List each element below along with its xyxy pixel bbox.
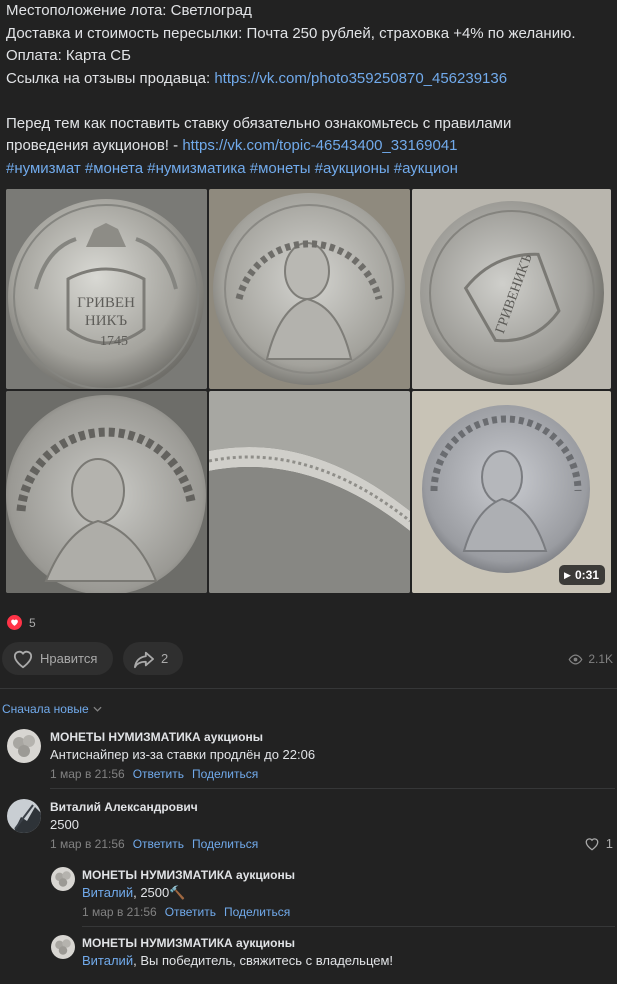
photo-coin-obverse[interactable] [209, 189, 410, 389]
post-line-rules-2: проведения аукционов! - https://vk.com/t… [6, 135, 611, 158]
reply-button[interactable]: Ответить [133, 837, 184, 851]
photo-coin-reverse-angle[interactable]: ГРИВЕНИКЪ [412, 189, 611, 389]
post-line-rules: Перед тем как поставить ставку обязатель… [6, 114, 512, 132]
share-comment-button[interactable]: Поделиться [192, 767, 258, 781]
photo-coin-edge[interactable] [209, 391, 410, 593]
post-text: Местоположение лота: Светлоград Доставка… [6, 0, 611, 180]
comments-sort-label: Сначала новые [2, 702, 89, 716]
avatar[interactable] [51, 935, 75, 959]
eye-icon [568, 653, 583, 665]
comment-reply: МОНЕТЫ НУМИЗМАТИКА аукционы Виталий, 250… [50, 864, 617, 920]
share-comment-button[interactable]: Поделиться [192, 837, 258, 851]
play-icon: ▶ [564, 569, 571, 580]
reviews-link[interactable]: https://vk.com/photo359250870_456239136 [214, 70, 507, 87]
share-button[interactable]: 2 [123, 642, 183, 675]
coin-reverse-image: ГРИВЕН НИКЪ 1745 [6, 189, 207, 389]
post-actions: Нравится 2 [2, 642, 183, 675]
like-label: Нравится [40, 651, 98, 666]
like-button[interactable]: Нравится [2, 642, 113, 675]
comment-text-body: , Вы победитель, свяжитесь с владельцем! [133, 953, 394, 968]
video-coin[interactable]: ▶ 0:31 [412, 391, 611, 593]
share-comment-button[interactable]: Поделиться [224, 905, 290, 919]
photo-coin-reverse[interactable]: ГРИВЕН НИКЪ 1745 [6, 189, 207, 389]
heart-outline-icon [13, 650, 33, 668]
avatar[interactable] [7, 799, 41, 833]
comments-sort-dropdown[interactable]: Сначала новые [2, 702, 102, 716]
comment-text: 2500 [50, 817, 79, 832]
reactions-summary[interactable]: 5 [7, 615, 36, 630]
avatar[interactable] [51, 867, 75, 891]
coin-reverse-angle-image: ГРИВЕНИКЪ [412, 189, 611, 389]
comment-divider [82, 926, 615, 927]
views-count: 2.1K [588, 652, 613, 666]
comment-author[interactable]: МОНЕТЫ НУМИЗМАТИКА аукционы [82, 868, 295, 882]
comment-date[interactable]: 1 мар в 21:56 [82, 905, 157, 919]
coin-obverse-image [209, 189, 410, 389]
views-counter: 2.1K [568, 652, 613, 666]
post-hashtags[interactable]: #нумизмат #монета #нумизматика #монеты #… [6, 158, 611, 181]
comment: Виталий Александрович 2500 1 мар в 21:56… [0, 796, 617, 856]
post-line-location: Местоположение лота: Светлоград [6, 2, 252, 19]
comment-meta: 1 мар в 21:56 Ответить Поделиться [82, 905, 290, 919]
share-icon [134, 651, 154, 668]
post-line-reviews: Ссылка на отзывы продавца: https://vk.co… [6, 68, 611, 91]
rules-link[interactable]: https://vk.com/topic-46543400_33169041 [182, 137, 457, 154]
photo-grid: ГРИВЕН НИКЪ 1745 ГРИВЕНИКЪ ▶ 0:31 [6, 189, 611, 593]
comment-text: Виталий, 2500🔨 [82, 885, 185, 901]
comment-meta: 1 мар в 21:56 Ответить Поделиться [50, 837, 258, 851]
avatar[interactable] [7, 729, 41, 763]
rules-label: проведения аукционов! - [6, 137, 183, 154]
post-divider [0, 688, 617, 689]
heart-reaction-icon [7, 615, 22, 630]
post-line-payment: Оплата: Карта СБ [6, 47, 131, 64]
post-line-delivery: Доставка и стоимость пересылки: Почта 25… [6, 24, 576, 42]
photo-coin-obverse-close[interactable] [6, 391, 207, 593]
comment-like-count: 1 [605, 836, 613, 851]
share-count: 2 [161, 651, 169, 666]
video-duration-badge: ▶ 0:31 [559, 565, 605, 585]
coin-obverse-close-image [6, 391, 207, 593]
comment: МОНЕТЫ НУМИЗМАТИКА аукционы Антиснайпер … [0, 726, 617, 786]
video-duration: 0:31 [574, 568, 599, 582]
reply-button[interactable]: Ответить [165, 905, 216, 919]
comment-author[interactable]: МОНЕТЫ НУМИЗМАТИКА аукционы [50, 730, 263, 744]
svg-text:НИКЪ: НИКЪ [85, 313, 128, 329]
coin-edge-image [209, 391, 410, 593]
comment-text: Виталий, Вы победитель, свяжитесь с влад… [82, 953, 393, 968]
reply-button[interactable]: Ответить [133, 767, 184, 781]
comment-meta: 1 мар в 21:56 Ответить Поделиться [50, 767, 258, 781]
comment-author[interactable]: Виталий Александрович [50, 800, 198, 814]
comment-text-body: , 2500🔨 [133, 885, 186, 900]
svg-text:1745: 1745 [100, 334, 128, 349]
reviews-label: Ссылка на отзывы продавца: [6, 69, 215, 87]
comment-date[interactable]: 1 мар в 21:56 [50, 767, 125, 781]
comment-reply: МОНЕТЫ НУМИЗМАТИКА аукционы Виталий, Вы … [50, 932, 617, 982]
heart-outline-icon [585, 837, 599, 850]
mention-link[interactable]: Виталий [82, 953, 133, 968]
comment-date[interactable]: 1 мар в 21:56 [50, 837, 125, 851]
mention-link[interactable]: Виталий [82, 885, 133, 900]
comment-divider [50, 788, 615, 789]
comment-author[interactable]: МОНЕТЫ НУМИЗМАТИКА аукционы [82, 936, 295, 950]
svg-text:ГРИВЕН: ГРИВЕН [77, 295, 135, 311]
video-coin-preview [412, 391, 611, 593]
reactions-count: 5 [29, 615, 36, 630]
chevron-down-icon [93, 706, 102, 712]
comment-like-button[interactable]: 1 [584, 836, 613, 851]
comment-text: Антиснайпер из-за ставки продлён до 22:0… [50, 747, 316, 762]
